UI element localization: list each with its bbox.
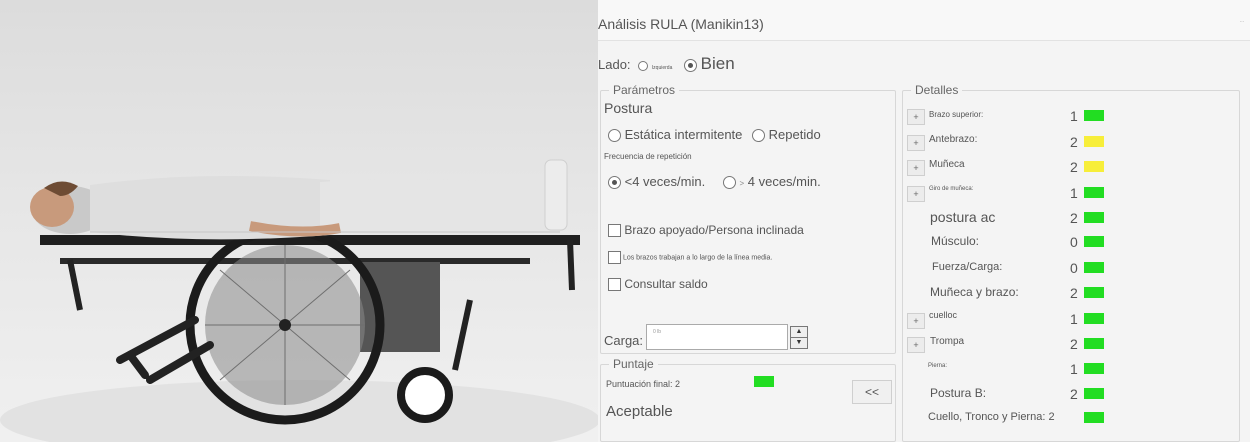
consultar-saldo-checkbox[interactable] xyxy=(608,278,621,292)
detail-color-bar xyxy=(1084,212,1104,223)
detail-value: 0 xyxy=(1070,234,1078,250)
final-score-bar xyxy=(754,376,774,387)
frecuencia-label: Frecuencia de repetición xyxy=(604,152,692,161)
freq-over4-label: 4 veces/min. xyxy=(747,174,821,189)
freq-under4-radio[interactable] xyxy=(608,176,621,190)
greater-than-icon: > xyxy=(739,179,745,188)
detail-label: Músculo: xyxy=(931,234,980,248)
3d-viewport[interactable] xyxy=(0,0,598,442)
brazo-apoyado-label: Brazo apoyado/Persona inclinada xyxy=(624,223,804,237)
puntaje-legend: Puntaje xyxy=(609,357,658,371)
detail-label: Pierna: xyxy=(928,363,948,369)
detail-color-bar xyxy=(1084,388,1104,399)
detail-label: Postura B: xyxy=(930,386,987,400)
check-linea-media[interactable]: Los brazos trabajan a lo largo de la lín… xyxy=(608,251,772,264)
detail-value: 1 xyxy=(1070,311,1078,327)
rula-panel: Análisis RULA (Manikin13) ... Lado: Izqu… xyxy=(598,0,1250,442)
lado-row: Lado: Izquierda Bien xyxy=(598,54,735,74)
linea-media-checkbox[interactable] xyxy=(608,251,621,264)
detail-color-bar xyxy=(1084,161,1104,172)
detail-value: 0 xyxy=(1070,260,1078,276)
expand-antebrazo-button[interactable]: + xyxy=(907,135,925,151)
detail-value: 2 xyxy=(1070,386,1078,402)
detail-label: Giro de muñeca: xyxy=(929,186,974,192)
expand-muneca-button[interactable]: + xyxy=(907,160,925,176)
detail-color-bar xyxy=(1084,110,1104,121)
detalles-legend: Detalles xyxy=(911,83,963,97)
freq-over4-radio[interactable] xyxy=(722,176,736,190)
check-brazo-apoyado[interactable]: Brazo apoyado/Persona inclinada xyxy=(608,223,804,238)
consultar-saldo-label: Consultar saldo xyxy=(624,277,708,291)
detail-label: Trompa xyxy=(930,336,965,347)
carga-value: 0 lb xyxy=(653,329,662,335)
manikin-wheelchair-scene xyxy=(0,159,598,442)
freq-options: <4 veces/min. > 4 veces/min. xyxy=(608,174,821,190)
collapse-button[interactable]: << xyxy=(852,380,892,404)
detail-label: Brazo superior: xyxy=(929,110,984,119)
detail-color-bar xyxy=(1084,287,1104,298)
expand-giro-muneca-button[interactable]: + xyxy=(907,186,925,202)
detail-value: 2 xyxy=(1070,159,1078,175)
carga-stepper[interactable]: ▲ ▼ xyxy=(790,326,808,349)
lado-right-radio[interactable] xyxy=(684,59,697,73)
postura-label: Postura xyxy=(604,100,653,116)
detail-value: 2 xyxy=(1070,336,1078,352)
detail-color-bar xyxy=(1084,313,1104,324)
detail-value: 2 xyxy=(1070,285,1078,301)
carga-label: Carga: xyxy=(604,333,644,348)
repetido-radio[interactable] xyxy=(752,129,766,143)
expand-trompa-button[interactable]: + xyxy=(907,337,925,353)
stepper-down-icon[interactable]: ▼ xyxy=(791,338,807,348)
title-bar: Análisis RULA (Manikin13) ... xyxy=(598,0,1250,41)
detail-label: Cuello, Tronco y Pierna: 2 xyxy=(928,411,1055,423)
window-title: Análisis RULA (Manikin13) xyxy=(598,16,764,32)
detail-label: cuelloc xyxy=(929,310,958,320)
repetido-label: Repetido xyxy=(768,127,821,142)
expand-brazo-superior-button[interactable]: + xyxy=(907,109,925,125)
detail-value: 2 xyxy=(1070,134,1078,150)
check-consultar-saldo[interactable]: Consultar saldo xyxy=(608,277,708,292)
freq-under4-label: <4 veces/min. xyxy=(624,174,706,189)
linea-media-label: Los brazos trabajan a lo largo de la lín… xyxy=(622,254,773,262)
detail-color-bar xyxy=(1084,338,1104,349)
detail-color-bar xyxy=(1084,136,1104,147)
stepper-up-icon[interactable]: ▲ xyxy=(791,327,807,338)
detail-label: Antebrazo: xyxy=(929,134,978,145)
detail-label: Muñeca y brazo: xyxy=(930,285,1019,299)
parametros-legend: Parámetros xyxy=(609,83,680,97)
expand-cuello-button[interactable]: + xyxy=(907,313,925,329)
final-score-label: Puntuación final: 2 xyxy=(606,379,681,389)
detail-value: 1 xyxy=(1070,108,1078,124)
estatica-label: Estática intermitente xyxy=(624,127,743,142)
lado-label: Lado: xyxy=(598,57,631,72)
detail-color-bar xyxy=(1084,236,1104,247)
detail-value: 1 xyxy=(1070,185,1078,201)
carga-input[interactable]: 0 lb xyxy=(646,324,788,350)
brazo-apoyado-checkbox[interactable] xyxy=(608,224,621,238)
detail-color-bar xyxy=(1084,187,1104,198)
detail-color-bar xyxy=(1084,262,1104,273)
lado-left-label: Izquierda xyxy=(651,65,673,71)
postura-options: Estática intermitente Repetido xyxy=(608,127,821,143)
lado-left-radio[interactable] xyxy=(638,60,649,71)
detail-value: 2 xyxy=(1070,210,1078,226)
detail-label: postura ac xyxy=(930,209,996,225)
detail-value: 1 xyxy=(1070,361,1078,377)
detail-color-bar xyxy=(1084,412,1104,423)
result-text: Aceptable xyxy=(606,403,673,420)
lado-right-label: Bien xyxy=(700,54,735,73)
detail-color-bar xyxy=(1084,363,1104,374)
detail-label: Muñeca xyxy=(929,159,965,170)
corner-text: ... xyxy=(1239,18,1244,24)
estatica-radio[interactable] xyxy=(608,129,621,143)
detail-label: Fuerza/Carga: xyxy=(932,261,1003,273)
